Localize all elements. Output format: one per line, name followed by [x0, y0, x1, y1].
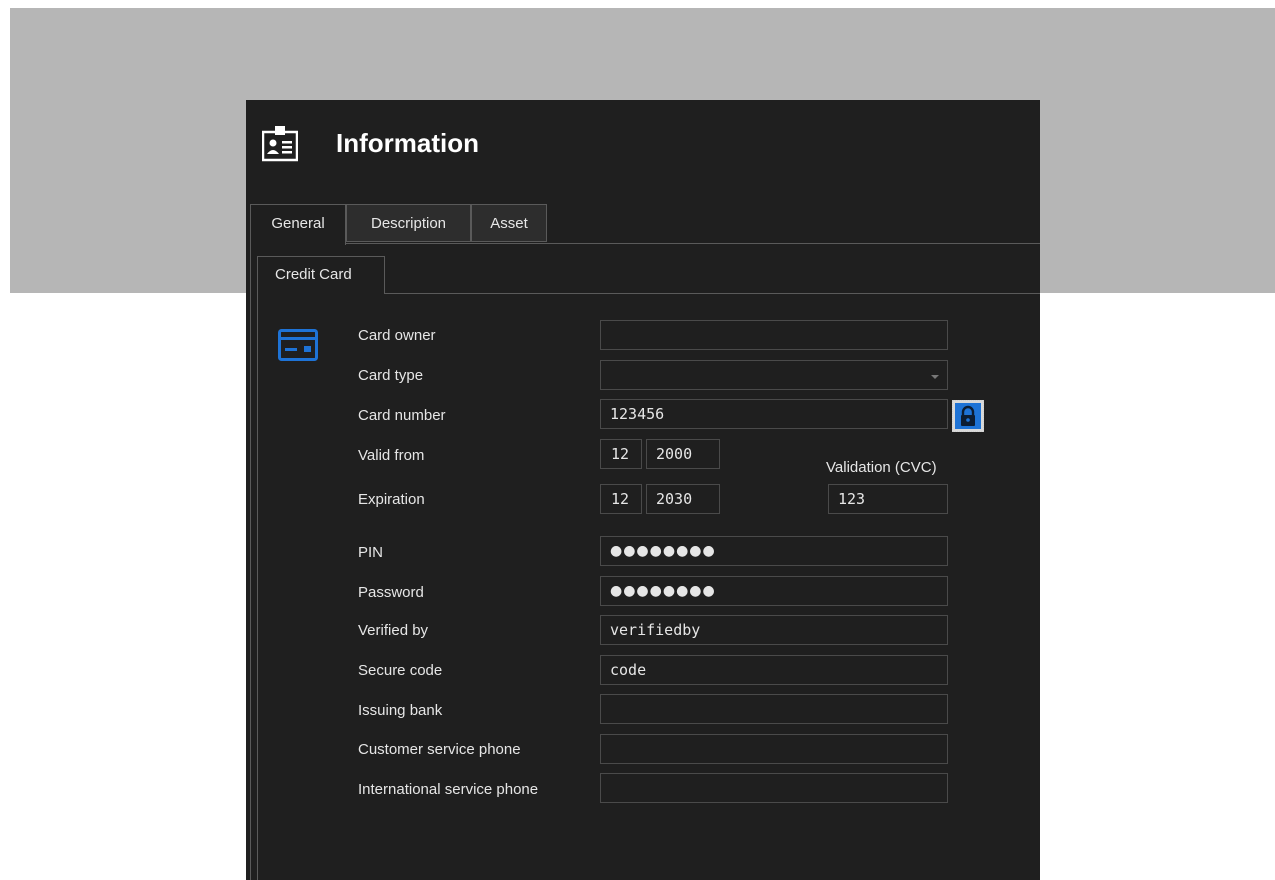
customer-service-phone-field[interactable] — [600, 734, 948, 764]
lock-icon — [955, 403, 981, 429]
expiration-label: Expiration — [358, 491, 425, 508]
international-service-phone-label: International service phone — [358, 781, 539, 798]
expiration-month-field[interactable]: 12 — [600, 484, 642, 514]
card-number-field[interactable]: 123456 — [600, 399, 948, 429]
valid-from-year-field[interactable]: 2000 — [646, 439, 720, 469]
issuing-bank-field[interactable] — [600, 694, 948, 724]
subtab-credit-card[interactable]: Credit Card — [257, 256, 385, 294]
pin-field[interactable]: ●●●●●●●● — [600, 536, 948, 566]
credit-card-icon — [278, 329, 318, 361]
verified-by-field[interactable]: verifiedby — [600, 615, 948, 645]
lock-button[interactable] — [952, 400, 984, 432]
verified-by-label: Verified by — [358, 622, 429, 639]
card-owner-field[interactable] — [600, 320, 948, 350]
secure-code-field[interactable]: code — [600, 655, 948, 685]
secure-code-label: Secure code — [358, 662, 443, 679]
card-number-label: Card number — [358, 407, 446, 424]
customer-service-phone-label: Customer service phone — [358, 741, 521, 758]
international-service-phone-field[interactable] — [600, 773, 948, 803]
issuing-bank-label: Issuing bank — [358, 702, 443, 719]
valid-from-label: Valid from — [358, 447, 425, 464]
card-type-label: Card type — [358, 367, 424, 384]
card-owner-label: Card owner — [358, 327, 436, 344]
contact-card-icon — [262, 126, 298, 162]
valid-from-month-field[interactable]: 12 — [600, 439, 642, 469]
cvc-label: Validation (CVC) — [826, 459, 937, 476]
tab-description[interactable]: Description — [346, 204, 471, 242]
card-type-select[interactable] — [600, 360, 948, 390]
tab-general[interactable]: General — [250, 204, 346, 245]
password-field[interactable]: ●●●●●●●● — [600, 576, 948, 606]
expiration-year-field[interactable]: 2030 — [646, 484, 720, 514]
cvc-field[interactable]: 123 — [828, 484, 948, 514]
panel-header: Information — [246, 100, 1040, 200]
information-panel: Information General Description Asset Cr… — [246, 100, 1040, 880]
page-title: Information — [336, 128, 479, 158]
tab-asset[interactable]: Asset — [471, 204, 547, 242]
pin-label: PIN — [358, 544, 384, 561]
password-label: Password — [358, 584, 424, 601]
chevron-down-icon[interactable] — [931, 375, 939, 379]
